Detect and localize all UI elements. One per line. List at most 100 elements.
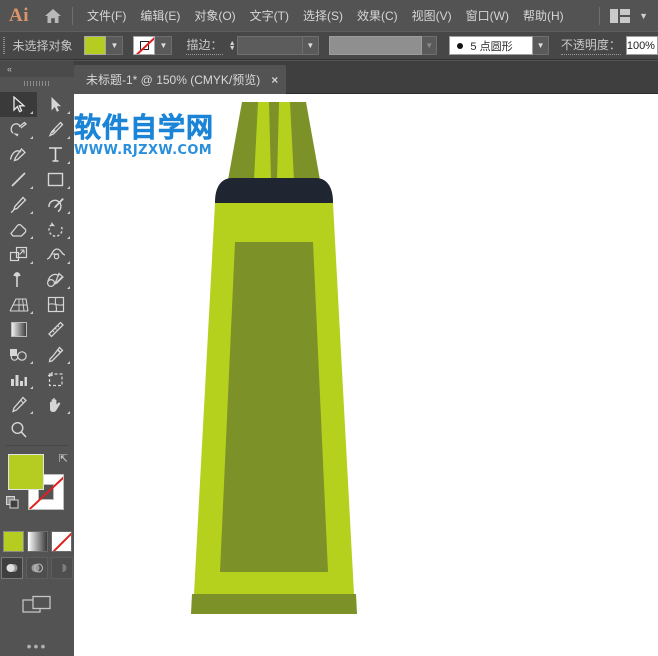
tools-empty-slot bbox=[37, 417, 74, 442]
home-icon[interactable] bbox=[38, 0, 68, 31]
hand-tool[interactable] bbox=[37, 392, 74, 417]
change-screen-mode-button[interactable] bbox=[0, 595, 74, 615]
brush-preset-field[interactable]: 5 点圆形 bbox=[449, 36, 533, 55]
column-graph-tool[interactable] bbox=[0, 367, 37, 392]
curvature-tool[interactable] bbox=[0, 142, 37, 167]
menu-object[interactable]: 对象(O) bbox=[187, 3, 242, 28]
selection-tool[interactable] bbox=[0, 92, 37, 117]
draw-inside-mode[interactable] bbox=[51, 557, 73, 579]
menu-view[interactable]: 视图(V) bbox=[405, 3, 459, 28]
rectangle-tool[interactable] bbox=[37, 167, 74, 192]
shape-builder-tool[interactable] bbox=[37, 267, 74, 292]
workspace-switcher-icon[interactable] bbox=[610, 9, 630, 23]
perspective-grid-tool[interactable] bbox=[0, 292, 37, 317]
menu-select[interactable]: 选择(S) bbox=[296, 3, 350, 28]
tool-more-indicator bbox=[67, 211, 70, 214]
gradient-tool[interactable] bbox=[0, 317, 37, 342]
tool-more-indicator bbox=[67, 286, 70, 289]
artboard-tool[interactable] bbox=[37, 367, 74, 392]
default-fill-stroke-icon[interactable] bbox=[6, 496, 19, 509]
fill-swatch-group: ▼ bbox=[84, 36, 123, 55]
stroke-profile-input[interactable] bbox=[329, 36, 422, 55]
color-mode-color[interactable] bbox=[3, 531, 24, 552]
stroke-color-swatch-none[interactable] bbox=[133, 36, 155, 55]
rotate-tool[interactable] bbox=[37, 217, 74, 242]
nozzle-tip bbox=[228, 102, 320, 180]
brush-preview-icon bbox=[457, 43, 463, 49]
menubar-divider bbox=[72, 7, 73, 25]
menu-effect[interactable]: 效果(C) bbox=[350, 3, 405, 28]
chevron-down-icon[interactable]: ▼ bbox=[639, 11, 648, 21]
opacity-label[interactable]: 不透明度： bbox=[561, 36, 621, 55]
tool-more-indicator bbox=[30, 386, 33, 389]
stroke-weight-chevron-down-icon[interactable]: ▼ bbox=[303, 36, 318, 55]
menu-file[interactable]: 文件(F) bbox=[80, 3, 133, 28]
menu-window[interactable]: 窗口(W) bbox=[459, 3, 516, 28]
blend-tool[interactable] bbox=[0, 342, 37, 367]
tool-more-indicator bbox=[30, 186, 33, 189]
tool-more-indicator bbox=[30, 136, 33, 139]
fill-swatch-large[interactable] bbox=[8, 454, 44, 490]
mesh-tool[interactable] bbox=[37, 292, 74, 317]
swap-fill-stroke-icon[interactable]: ⇱ bbox=[59, 452, 68, 465]
stroke-profile-chevron-down-icon[interactable]: ▼ bbox=[422, 36, 437, 55]
document-tab-bar: 未标题-1* @ 150% (CMYK/预览) × bbox=[74, 61, 658, 94]
brush-preset-chevron-down-icon[interactable]: ▼ bbox=[533, 36, 548, 55]
base-strip bbox=[191, 594, 357, 614]
edit-toolbar-button[interactable]: ••• bbox=[0, 641, 74, 651]
eyedropper-tool[interactable] bbox=[37, 342, 74, 367]
draw-behind-mode[interactable] bbox=[26, 557, 48, 579]
zoom-tool[interactable] bbox=[0, 417, 37, 442]
tools-panel-grip[interactable] bbox=[0, 77, 74, 90]
tool-more-indicator bbox=[30, 411, 33, 414]
menu-bar: Ai 文件(F) 编辑(E) 对象(O) 文字(T) 选择(S) 效果(C) 视… bbox=[0, 0, 658, 31]
tool-more-indicator bbox=[30, 211, 33, 214]
free-transform-tool[interactable] bbox=[0, 267, 37, 292]
stroke-weight-input[interactable] bbox=[237, 36, 303, 55]
document-tab-title: 未标题-1* @ 150% (CMYK/预览) bbox=[86, 71, 260, 88]
control-bar-grip[interactable] bbox=[0, 31, 8, 60]
tool-more-indicator bbox=[67, 261, 70, 264]
tool-more-indicator bbox=[30, 236, 33, 239]
type-tool[interactable] bbox=[37, 142, 74, 167]
document-tab[interactable]: 未标题-1* @ 150% (CMYK/预览) × bbox=[74, 65, 286, 94]
menubar-right-group: ▼ bbox=[599, 7, 658, 25]
collar-band bbox=[215, 178, 333, 204]
menu-items: 文件(F) 编辑(E) 对象(O) 文字(T) 选择(S) 效果(C) 视图(V… bbox=[80, 3, 571, 28]
paintbrush-tool[interactable] bbox=[0, 192, 37, 217]
eraser-tool[interactable] bbox=[0, 217, 37, 242]
tool-more-indicator bbox=[67, 136, 70, 139]
menu-edit[interactable]: 编辑(E) bbox=[133, 3, 187, 28]
width-tool[interactable] bbox=[37, 242, 74, 267]
app-logo: Ai bbox=[0, 0, 38, 31]
shaper-tool[interactable] bbox=[37, 192, 74, 217]
color-mode-gradient[interactable] bbox=[27, 531, 48, 552]
draw-mode-buttons bbox=[0, 557, 74, 579]
tool-more-indicator bbox=[67, 111, 70, 114]
draw-normal-mode[interactable] bbox=[1, 557, 23, 579]
line-segment-tool[interactable] bbox=[0, 167, 37, 192]
stroke-label[interactable]: 描边： bbox=[186, 36, 222, 55]
tools-panel-header[interactable]: « bbox=[0, 61, 74, 77]
opacity-input[interactable]: 100% bbox=[626, 36, 658, 55]
tools-grid bbox=[0, 90, 74, 442]
magic-wand-tool[interactable] bbox=[0, 117, 37, 142]
menu-type[interactable]: 文字(T) bbox=[243, 3, 296, 28]
close-icon[interactable]: × bbox=[271, 73, 278, 87]
tool-more-indicator bbox=[67, 161, 70, 164]
brush-preset-label: 5 点圆形 bbox=[470, 38, 512, 54]
measure-tool[interactable] bbox=[37, 317, 74, 342]
document-canvas[interactable]: 软件自学网 WWW.RJZXW.COM bbox=[74, 94, 658, 656]
menu-help[interactable]: 帮助(H) bbox=[516, 3, 571, 28]
highlighter-marker-illustration[interactable] bbox=[174, 94, 394, 639]
fill-color-swatch[interactable] bbox=[84, 36, 106, 55]
scale-tool[interactable] bbox=[0, 242, 37, 267]
fill-swatch-chevron-down-icon[interactable]: ▼ bbox=[106, 36, 123, 55]
stroke-swatch-chevron-down-icon[interactable]: ▼ bbox=[155, 36, 172, 55]
direct-selection-tool[interactable] bbox=[37, 92, 74, 117]
stroke-weight-stepper[interactable]: ▲▼ bbox=[228, 36, 237, 55]
slice-tool[interactable] bbox=[0, 392, 37, 417]
collapse-panel-icon[interactable]: « bbox=[7, 64, 11, 74]
pen-tool[interactable] bbox=[37, 117, 74, 142]
color-mode-none[interactable] bbox=[51, 531, 72, 552]
